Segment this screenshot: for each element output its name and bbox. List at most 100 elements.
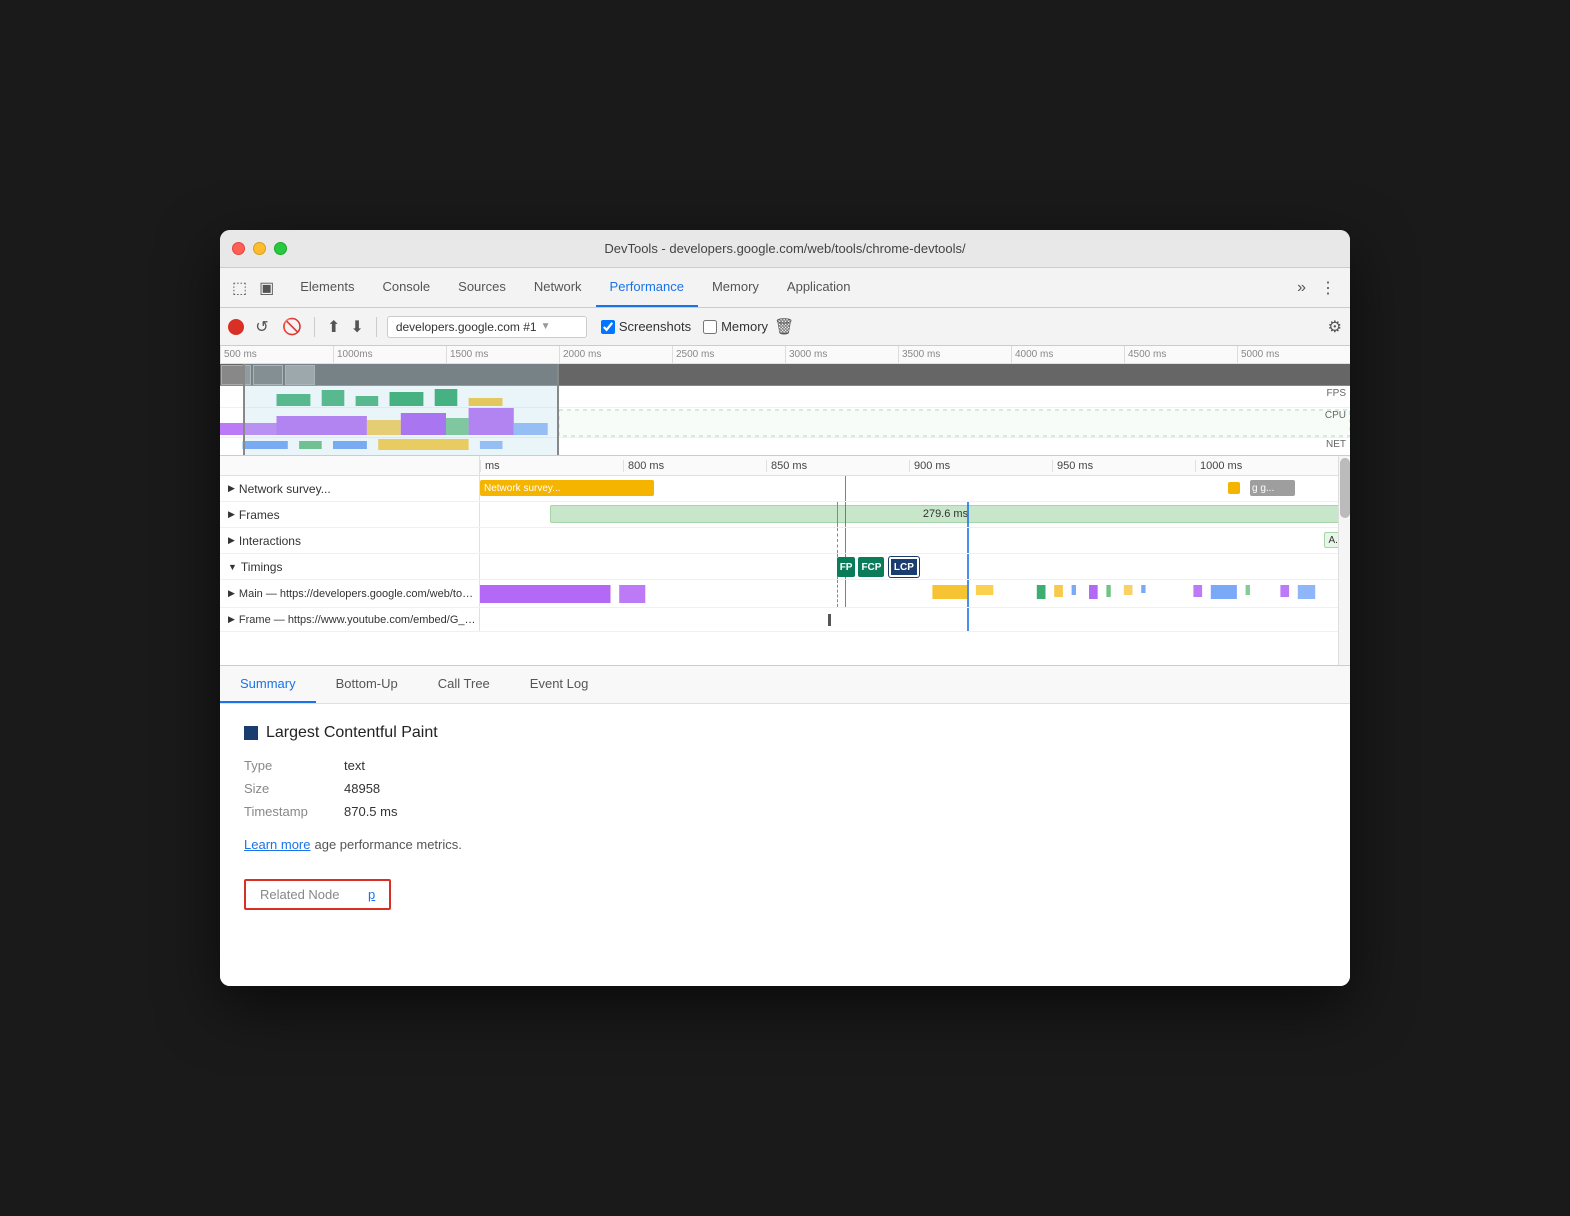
tab-network[interactable]: Network — [520, 268, 596, 307]
tab-sources[interactable]: Sources — [444, 268, 520, 307]
tab-summary[interactable]: Summary — [220, 666, 316, 703]
timings-collapse-icon[interactable]: ▼ — [228, 562, 237, 572]
fps-label: FPS — [1327, 388, 1346, 399]
main-collapse-icon[interactable]: ▶ — [228, 588, 235, 599]
timeline-overview[interactable]: 500 ms 1000ms 1500 ms 2000 ms 2500 ms 30… — [220, 346, 1350, 456]
dashed-vline-main — [837, 580, 838, 607]
type-value: text — [344, 758, 365, 773]
minimize-button[interactable] — [253, 242, 266, 255]
bottom-tabs: Summary Bottom-Up Call Tree Event Log — [220, 666, 1350, 704]
memory-checkbox-label[interactable]: Memory — [703, 319, 768, 334]
frames-collapse-icon[interactable]: ▶ — [228, 509, 235, 520]
track-collapse-icon[interactable]: ▶ — [228, 483, 235, 494]
tab-left-icons: ⬚ ▣ — [228, 268, 278, 307]
track-timings[interactable]: ▼ Timings FP FCP LCP — [220, 554, 1350, 580]
blue-vline-timings — [967, 554, 969, 579]
record-button[interactable] — [228, 319, 244, 335]
upload-button[interactable]: ⬆ — [325, 315, 342, 339]
ruler-tick-950ms: 950 ms — [1052, 460, 1195, 472]
traffic-lights — [232, 242, 287, 255]
track-frames[interactable]: ▶ Frames 279.6 ms — [220, 502, 1350, 528]
track-label-frame[interactable]: ▶ Frame — https://www.youtube.com/embed/… — [220, 608, 480, 631]
track-content-main — [480, 580, 1350, 607]
tab-console[interactable]: Console — [368, 268, 444, 307]
tab-elements[interactable]: Elements — [286, 268, 368, 307]
timeline-main[interactable]: ms 800 ms 850 ms 900 ms 950 ms 1000 ms ▶… — [220, 456, 1350, 666]
frame-collapse-icon[interactable]: ▶ — [228, 614, 235, 625]
lcp-marker[interactable]: LCP — [889, 557, 919, 577]
url-text: developers.google.com #1 — [396, 320, 537, 334]
timestamp-label: Timestamp — [244, 804, 344, 819]
related-node-label: Related Node — [260, 887, 360, 902]
timeline-scrollbar[interactable] — [1338, 456, 1350, 665]
window-title: DevTools - developers.google.com/web/too… — [604, 241, 965, 256]
red-vline-network — [845, 476, 846, 501]
ruler-tick-4500: 4500 ms — [1124, 346, 1237, 363]
blue-vline-interactions — [967, 528, 969, 553]
clear-button[interactable]: 🚫 — [280, 315, 304, 339]
memory-checkbox[interactable] — [703, 320, 717, 334]
track-label-network[interactable]: ▶ Network survey... — [220, 476, 480, 501]
interactions-collapse-icon[interactable]: ▶ — [228, 535, 235, 546]
device-icon[interactable]: ▣ — [255, 274, 278, 302]
bottom-panel: Summary Bottom-Up Call Tree Event Log La… — [220, 666, 1350, 986]
track-label-interactions[interactable]: ▶ Interactions — [220, 528, 480, 553]
download-button[interactable]: ⬇ — [348, 315, 365, 339]
track-name-timings: Timings — [241, 560, 283, 574]
tab-application[interactable]: Application — [773, 268, 865, 307]
track-interactions[interactable]: ▶ Interactions A... — [220, 528, 1350, 554]
ruler-tick-500: 500 ms — [220, 346, 333, 363]
tab-call-tree[interactable]: Call Tree — [418, 666, 510, 703]
maximize-button[interactable] — [274, 242, 287, 255]
related-node-value[interactable]: p — [368, 887, 375, 902]
screenshots-checkbox[interactable] — [601, 320, 615, 334]
track-network-survey[interactable]: ▶ Network survey... Network survey... g … — [220, 476, 1350, 502]
overview-ruler: 500 ms 1000ms 1500 ms 2000 ms 2500 ms 30… — [220, 346, 1350, 364]
ruler-tick-4000: 4000 ms — [1011, 346, 1124, 363]
cursor-icon[interactable]: ⬚ — [228, 274, 251, 302]
selection-overlay[interactable] — [243, 364, 559, 455]
scrollbar-thumb[interactable] — [1340, 458, 1350, 518]
network-bar-2: g g... — [1250, 480, 1295, 496]
screenshots-checkbox-label[interactable]: Screenshots — [601, 319, 691, 334]
tab-memory[interactable]: Memory — [698, 268, 773, 307]
ruler-tick-3000: 3000 ms — [785, 346, 898, 363]
delete-recording-button[interactable]: 🗑 — [774, 317, 794, 337]
track-name-frames: Frames — [239, 508, 280, 522]
reload-button[interactable]: ↺ — [250, 315, 274, 339]
devtools-options-button[interactable]: ⋮ — [1314, 274, 1342, 302]
track-frame[interactable]: ▶ Frame — https://www.youtube.com/embed/… — [220, 608, 1350, 632]
ruler-tick-2000: 2000 ms — [559, 346, 672, 363]
ruler-left-spacer — [220, 456, 480, 475]
learn-more-link[interactable]: Learn more — [244, 837, 310, 852]
ruler-tick-800ms: 800 ms — [623, 460, 766, 472]
tab-event-log[interactable]: Event Log — [510, 666, 609, 703]
ruler-tick-1000: 1000ms — [333, 346, 446, 363]
track-label-frames[interactable]: ▶ Frames — [220, 502, 480, 527]
blue-vline-frame — [967, 608, 969, 631]
url-selector[interactable]: developers.google.com #1 ▼ — [387, 316, 587, 338]
tab-bottom-up[interactable]: Bottom-Up — [316, 666, 418, 703]
track-name-main: Main — https://developers.google.com/web… — [239, 588, 479, 600]
ruler-tick-1500: 1500 ms — [446, 346, 559, 363]
track-label-main[interactable]: ▶ Main — https://developers.google.com/w… — [220, 580, 480, 607]
detail-timestamp-row: Timestamp 870.5 ms — [244, 804, 1326, 819]
track-main[interactable]: ▶ Main — https://developers.google.com/w… — [220, 580, 1350, 608]
more-tabs-button[interactable]: » — [1289, 268, 1314, 307]
ruler-tick-2500: 2500 ms — [672, 346, 785, 363]
titlebar: DevTools - developers.google.com/web/too… — [220, 230, 1350, 268]
track-content-frame — [480, 608, 1350, 631]
detail-para-row: Learn more age performance metrics. — [244, 827, 1326, 863]
devtools-tabs: ⬚ ▣ Elements Console Sources Network Per… — [220, 268, 1350, 308]
toolbar-divider-1 — [314, 317, 315, 337]
track-content-interactions: A... — [480, 528, 1350, 553]
size-label: Size — [244, 781, 344, 796]
devtools-window: DevTools - developers.google.com/web/too… — [220, 230, 1350, 986]
tab-performance[interactable]: Performance — [596, 268, 698, 307]
track-label-timings[interactable]: ▼ Timings — [220, 554, 480, 579]
close-button[interactable] — [232, 242, 245, 255]
settings-button[interactable]: ⚙ — [1328, 317, 1342, 337]
track-name-frame: Frame — https://www.youtube.com/embed/G_… — [239, 614, 479, 626]
network-bar-1: Network survey... — [480, 480, 654, 496]
network-dot — [1228, 482, 1240, 494]
